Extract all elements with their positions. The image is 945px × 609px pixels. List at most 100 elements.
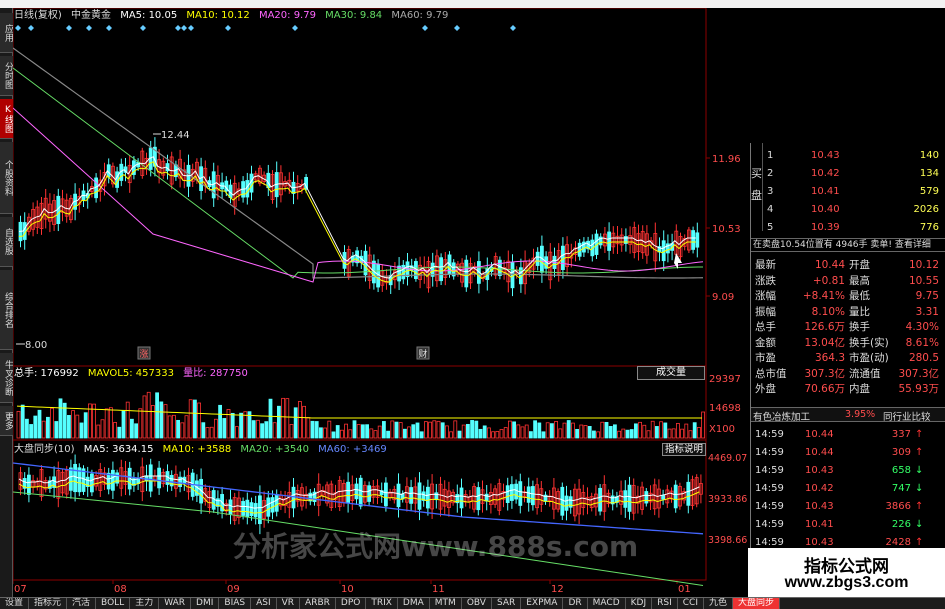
volume-bar (100, 419, 105, 439)
volume-bar (289, 424, 294, 439)
indicator-tab[interactable]: 汽活 (67, 598, 97, 609)
indicator-tab[interactable]: MACD (588, 598, 626, 609)
volume-bar (285, 398, 290, 439)
indicator-tab[interactable]: DPO (336, 598, 367, 609)
quote-label: 流通值 (849, 367, 881, 380)
volume-bar (608, 426, 613, 439)
volume-bar (121, 410, 126, 439)
x-axis-label: 07 (14, 584, 27, 595)
indicator-tab[interactable]: WAR (159, 598, 192, 609)
candle-body (228, 499, 233, 515)
candle-body (417, 482, 422, 510)
volume-bar (440, 422, 445, 439)
event-diamond-icon (188, 25, 194, 31)
indicator-tab[interactable]: 指标元 (29, 598, 68, 609)
indicator-tab[interactable]: 九色 (704, 598, 733, 609)
indicator-tab[interactable]: CCI (678, 598, 704, 609)
indicator-tab[interactable]: ARBR (300, 598, 336, 609)
kline-chart[interactable]: 11.96 10.53 9.09 29397 14698 X100 4469.07 3933.… (13, 8, 750, 597)
candle-body (425, 486, 430, 509)
ma30-value: MA30: 9.84 (325, 10, 383, 21)
left-tab-kline[interactable]: K线图 (0, 99, 13, 139)
volume-bar (331, 431, 336, 439)
left-tab-intraday[interactable]: 分时图 (0, 56, 13, 96)
candle-body (358, 477, 363, 507)
volume-bar (306, 417, 311, 439)
quote-row: 金额 13.04亿 换手(实) 8.61% (755, 337, 943, 350)
bid-level-3[interactable]: 3 10.41 579 (763, 183, 943, 200)
candle-body (396, 483, 401, 508)
bid-level-4[interactable]: 4 10.40 2026 (763, 201, 943, 218)
period-label[interactable]: 日线(复权) (14, 10, 62, 21)
volume-bar (373, 430, 378, 439)
indicator-tab[interactable]: BIAS (219, 598, 252, 609)
indicator-help-button[interactable]: 指标说明 (662, 443, 706, 456)
candle-body (266, 497, 271, 517)
quote-row: 涨跌 +0.81 最高 10.55 (755, 275, 943, 288)
indicator-tab[interactable]: 主力 (130, 598, 160, 609)
volume-bar (550, 423, 554, 439)
candle-body (661, 494, 665, 500)
candle-body (69, 467, 73, 491)
bid-level-1[interactable]: 1 10.43 140 (763, 147, 943, 164)
volume-bar (79, 422, 84, 439)
volume-bar (604, 421, 609, 439)
indicator-tab[interactable]: 设置 (0, 598, 30, 609)
left-tab-ranking[interactable]: 综合排名 (0, 270, 13, 350)
indicator-tab[interactable]: DMA (398, 598, 430, 609)
volume-bar (96, 424, 101, 439)
left-tab-more[interactable]: 更多 (0, 406, 13, 436)
indicator-tab[interactable]: ASI (251, 598, 277, 609)
industry-compare-link[interactable]: 同行业比较 (883, 409, 931, 423)
indicator-tab[interactable]: VR (277, 598, 301, 609)
indicator-tab[interactable]: DR (563, 598, 588, 609)
candle-body (505, 485, 510, 503)
candle-body (686, 481, 691, 506)
volume-bar (411, 424, 416, 439)
bid-level-2[interactable]: 2 10.42 134 (763, 165, 943, 182)
volume-bar (503, 427, 508, 439)
indicator-tab[interactable]: SAR (492, 598, 522, 609)
volume-axis-label: 29397 (709, 374, 741, 385)
quote-panel: 买盘 1 10.43 140 2 10.42 134 3 10.41 579 4 10.40 2… (750, 143, 945, 605)
volume-bar (650, 420, 655, 439)
volume-indicator-button[interactable]: 成交量 (637, 366, 705, 380)
volume-bar (667, 428, 672, 439)
volume-bar (54, 421, 59, 439)
volume-bar (701, 411, 705, 439)
volume-bar (541, 431, 546, 439)
candle-body (367, 485, 372, 502)
bid-level-5[interactable]: 5 10.39 776 (763, 219, 943, 236)
indicator-tab[interactable]: MTM (430, 598, 462, 609)
volume-bar (444, 425, 449, 439)
quote-value: +0.81 (812, 274, 845, 287)
indicator-tab[interactable]: RSI (652, 598, 678, 609)
tick-volume: 747 (891, 483, 911, 494)
volume-bar (184, 415, 189, 439)
indicator-tab[interactable]: DMI (191, 598, 220, 609)
candle-body (484, 493, 489, 502)
volume-bar (293, 407, 298, 439)
indicator-tab[interactable]: EXPMA (521, 598, 564, 609)
quote-value: 10.44 (814, 259, 845, 271)
indicator-tab[interactable]: BOLL (96, 598, 131, 609)
index-ma60: MA60: +3469 (318, 444, 387, 455)
order-alert-line[interactable]: 在卖盘10.54位置有 4946手 卖单! 查看详细 (751, 238, 945, 252)
indicator-tab[interactable]: 大盘同步 (733, 598, 781, 609)
candle-body (274, 494, 279, 512)
tick-row: 14:59 10.43 3866 ↑ (755, 499, 943, 515)
tick-price: 10.44 (805, 447, 834, 458)
event-diamond-icon (454, 25, 460, 31)
left-tab-profile[interactable]: 个股资料 (0, 142, 13, 214)
indicator-tab[interactable]: TRIX (366, 598, 398, 609)
indicator-tab[interactable]: KDJ (626, 598, 653, 609)
left-tab-diagnosis[interactable]: 牛叉诊断 (0, 353, 13, 403)
left-tab-watchlist[interactable]: 自选股 (0, 217, 13, 267)
left-tab-apps[interactable]: 应用 (0, 13, 13, 53)
industry-row[interactable]: 有色冶炼加工 3.95% 同行业比较 (751, 407, 945, 423)
volume-bar (138, 408, 143, 439)
indicator-tab-bar: 设置 指标元 汽活 BOLL 主力 WAR DMI BIAS ASI VR ARBR DPO TRIX D… (0, 597, 945, 609)
volume-bar (432, 420, 437, 439)
indicator-tab[interactable]: OBV (462, 598, 492, 609)
event-diamond-icon (292, 25, 298, 31)
